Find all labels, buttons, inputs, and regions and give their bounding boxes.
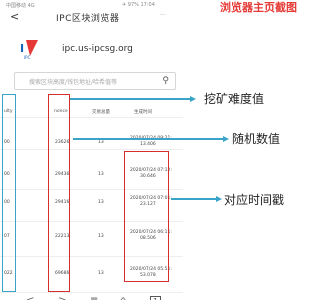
brand-block: I IPC ipc.us-ipcsg.org <box>18 36 168 62</box>
arrow-difficulty <box>70 98 190 100</box>
arrow-timestamp <box>171 198 216 200</box>
nav-forward-icon[interactable]: > <box>58 295 66 300</box>
annotation-title: 浏览器主页截图 <box>220 1 297 14</box>
nav-home-icon[interactable]: ⌂ <box>120 295 126 300</box>
phone-screen: < IPC区块浏览器 ··· I IPC ipc.us-ipcsg.org 搜索… <box>0 8 183 300</box>
difficulty-column-highlight <box>2 94 16 292</box>
nonce-column-highlight <box>48 94 70 292</box>
annotation-difficulty: 挖矿难度值 <box>204 92 265 106</box>
search-placeholder: 搜索区块高度/钱包地址/哈希值等 <box>29 79 118 86</box>
bottom-nav: < > ≡ ⌂ 1 <box>0 292 183 300</box>
tx-count-value: 13 <box>98 200 104 205</box>
brand-url: ipc.us-ipcsg.org <box>62 44 133 54</box>
arrow-difficulty-head <box>190 96 196 102</box>
arrow-nonce <box>73 138 223 140</box>
app-header: < IPC区块浏览器 ··· <box>0 8 183 26</box>
svg-text:I: I <box>20 42 24 55</box>
header-time: 生成时间 <box>134 110 152 115</box>
page-title: IPC区块浏览器 <box>56 14 120 24</box>
tx-count-value: 13 <box>98 234 104 239</box>
tx-count-value: 13 <box>98 172 104 177</box>
ipc-logo-icon: I IPC <box>20 40 38 60</box>
nav-menu-icon[interactable]: ≡ <box>90 295 98 300</box>
more-icon[interactable]: ··· <box>160 12 166 19</box>
arrow-nonce-head <box>223 136 229 142</box>
search-icon[interactable]: ⚲ <box>162 76 169 86</box>
tx-count-value: 13 <box>98 271 104 276</box>
annotation-timestamp: 对应时间戳 <box>224 193 285 207</box>
nav-back-icon[interactable]: < <box>26 295 34 300</box>
arrow-timestamp-head <box>216 196 222 202</box>
tx-count-value: 13 <box>98 140 104 145</box>
time-value-seconds: 13.406 <box>140 142 156 147</box>
header-tx-count: 交易总量 <box>92 110 110 115</box>
annotation-nonce: 随机数值 <box>232 132 281 146</box>
svg-text:IPC: IPC <box>24 55 31 60</box>
nav-tabs-icon[interactable]: 1 <box>150 296 162 300</box>
back-icon[interactable]: < <box>10 10 19 23</box>
timestamp-highlight <box>124 151 169 282</box>
table-header: ulty nonce 交易总量 生成时间 <box>0 105 183 117</box>
search-input[interactable]: 搜索区块高度/钱包地址/哈希值等 ⚲ <box>14 72 176 90</box>
